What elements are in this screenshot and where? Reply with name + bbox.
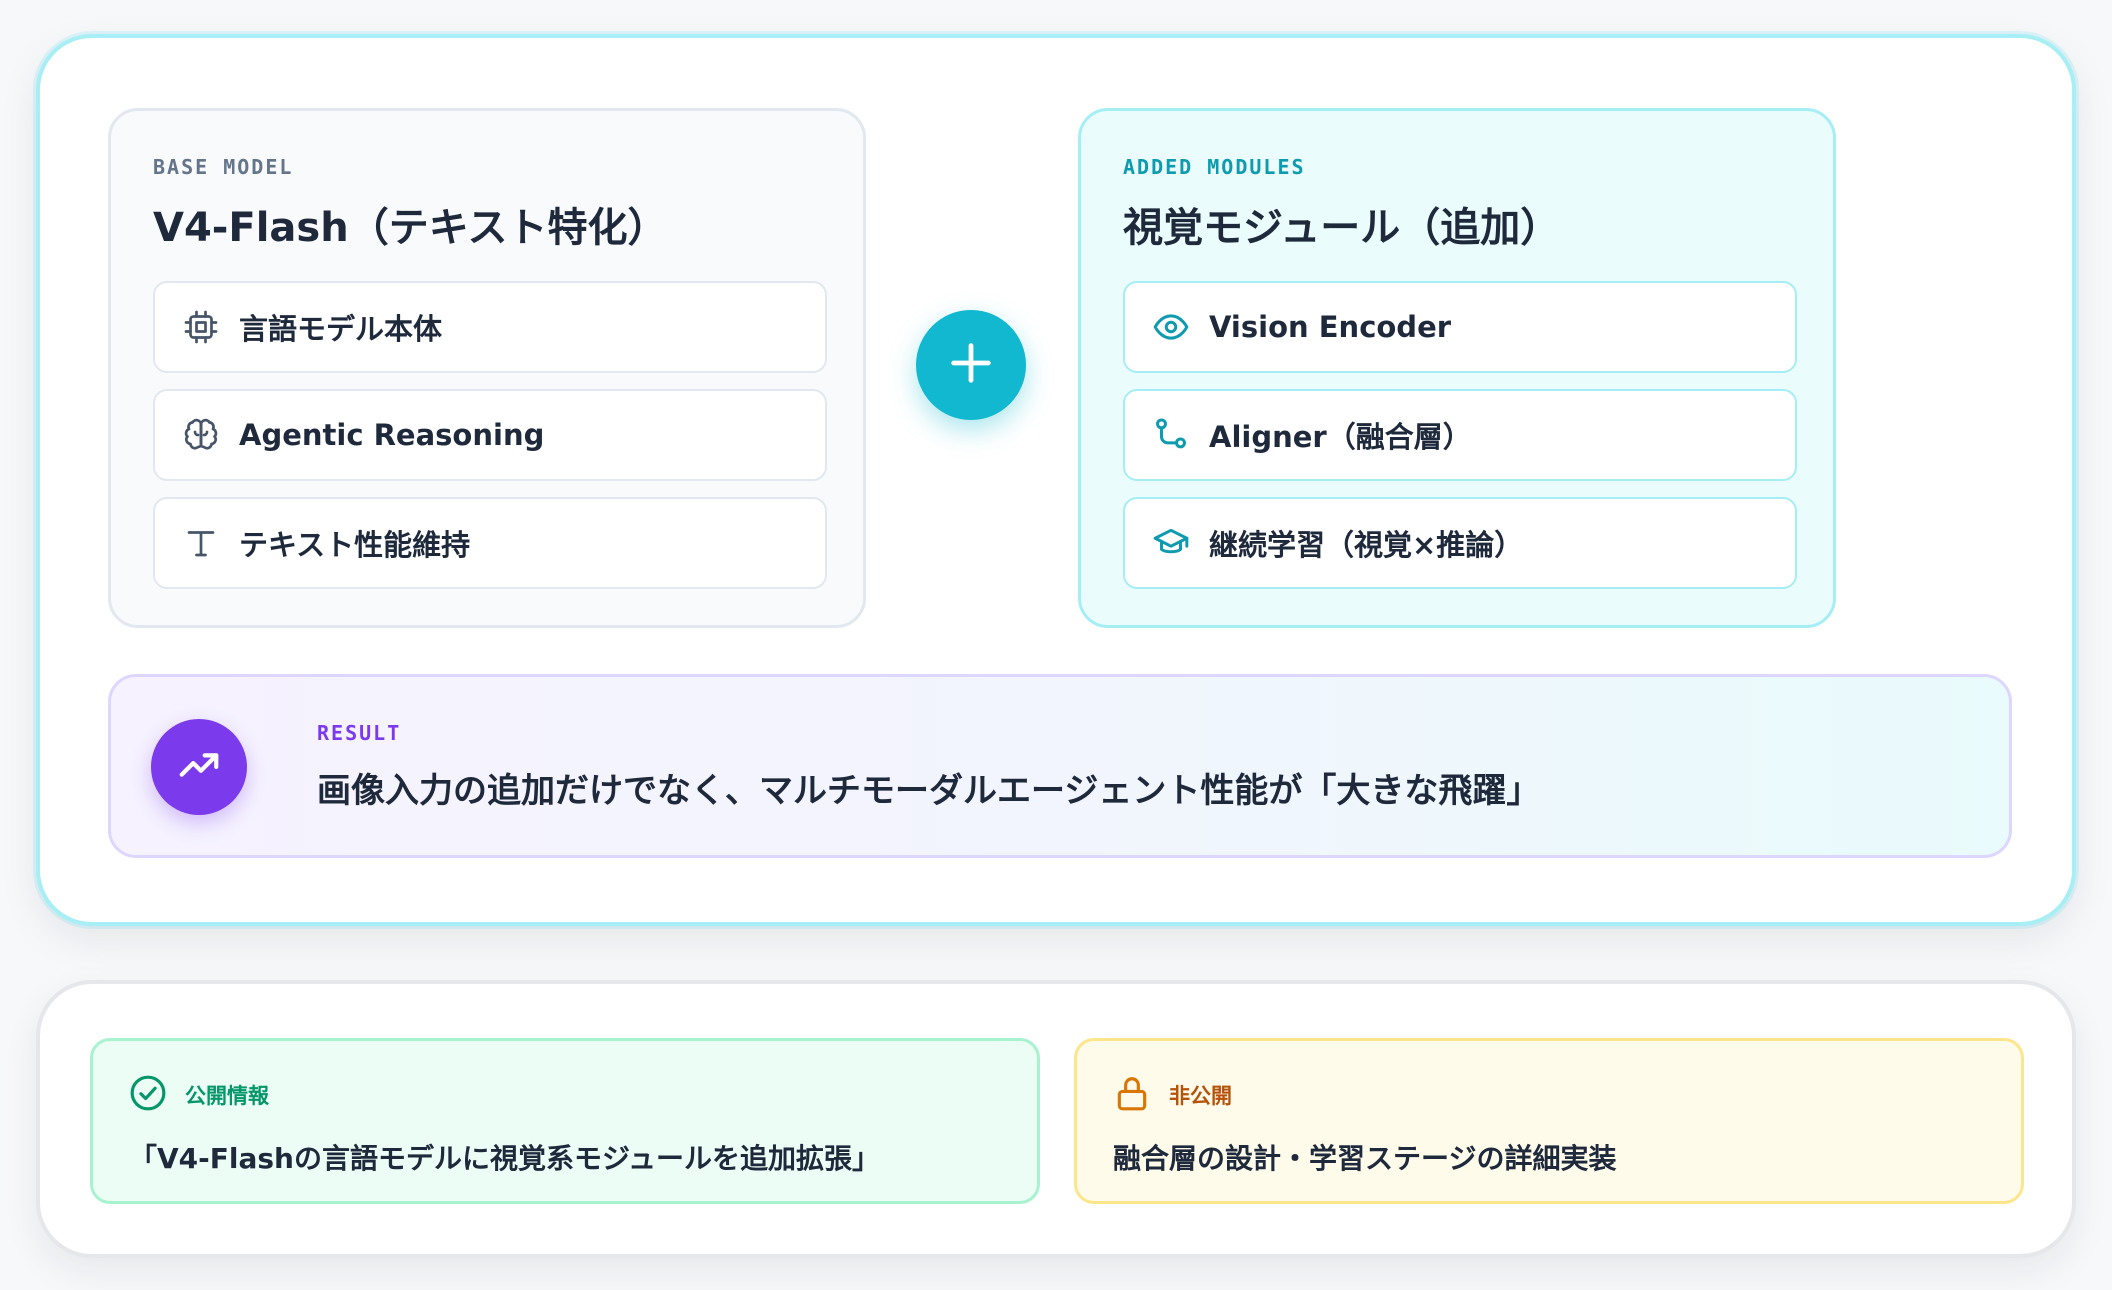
public-info-tag: 公開情報: [185, 1084, 269, 1108]
result-text: 画像入力の追加だけでなく、マルチモーダルエージェント性能が「大きな飛躍」: [317, 771, 1541, 811]
lock-icon: [1113, 1074, 1151, 1116]
check-circle-icon: [129, 1074, 167, 1116]
result-icon-badge: [151, 719, 247, 815]
added-modules-panel: ADDED MODULES 視覚モジュール（追加） Vision Encoder: [1078, 108, 1836, 628]
graduation-cap-icon: [1151, 523, 1191, 563]
base-item-language-model: 言語モデル本体: [153, 281, 827, 373]
added-modules-eyebrow: ADDED MODULES: [1123, 155, 1306, 179]
base-model-title: V4-Flash（テキスト特化）: [153, 205, 668, 251]
plus-connector: [916, 310, 1026, 420]
page: BASE MODEL V4-Flash（テキスト特化） 言語モデル本体 Agen…: [0, 0, 2112, 1290]
disclosure-card: 公開情報 「V4-Flashの言語モデルに視覚系モジュールを追加拡張」 非公開 …: [36, 980, 2076, 1258]
eye-icon: [1151, 307, 1191, 347]
base-item-label: Agentic Reasoning: [239, 418, 545, 452]
result-eyebrow: RESULT: [317, 721, 402, 745]
text-type-icon: [181, 523, 221, 563]
plus-icon: [945, 337, 997, 393]
added-item-label: Aligner（融合層）: [1209, 420, 1472, 454]
private-info-text: 融合層の設計・学習ステージの詳細実装: [1113, 1142, 1617, 1175]
trending-up-icon: [176, 742, 222, 792]
base-item-agentic-reasoning: Agentic Reasoning: [153, 389, 827, 481]
base-item-text-performance: テキスト性能維持: [153, 497, 827, 589]
architecture-card: BASE MODEL V4-Flash（テキスト特化） 言語モデル本体 Agen…: [36, 34, 2076, 926]
added-item-aligner: Aligner（融合層）: [1123, 389, 1797, 481]
added-item-vision-encoder: Vision Encoder: [1123, 281, 1797, 373]
public-info-header: 公開情報: [129, 1075, 1037, 1115]
private-info-box: 非公開 融合層の設計・学習ステージの詳細実装: [1074, 1038, 2024, 1204]
added-item-label: 継続学習（視覚×推論）: [1209, 528, 1524, 562]
cpu-chip-icon: [181, 307, 221, 347]
private-info-tag: 非公開: [1169, 1084, 1232, 1108]
private-info-header: 非公開: [1113, 1075, 2021, 1115]
base-item-label: テキスト性能維持: [239, 528, 471, 562]
merge-branch-icon: [1151, 415, 1191, 455]
public-info-box: 公開情報 「V4-Flashの言語モデルに視覚系モジュールを追加拡張」: [90, 1038, 1040, 1204]
base-model-eyebrow: BASE MODEL: [153, 155, 294, 179]
added-item-continual-learning: 継続学習（視覚×推論）: [1123, 497, 1797, 589]
result-banner: RESULT 画像入力の追加だけでなく、マルチモーダルエージェント性能が「大きな…: [108, 674, 2012, 858]
added-item-label: Vision Encoder: [1209, 310, 1452, 344]
base-model-panel: BASE MODEL V4-Flash（テキスト特化） 言語モデル本体 Agen…: [108, 108, 866, 628]
public-info-text: 「V4-Flashの言語モデルに視覚系モジュールを追加拡張」: [129, 1142, 881, 1175]
brain-icon: [181, 415, 221, 455]
added-modules-title: 視覚モジュール（追加）: [1123, 205, 1561, 251]
base-item-label: 言語モデル本体: [239, 312, 443, 346]
